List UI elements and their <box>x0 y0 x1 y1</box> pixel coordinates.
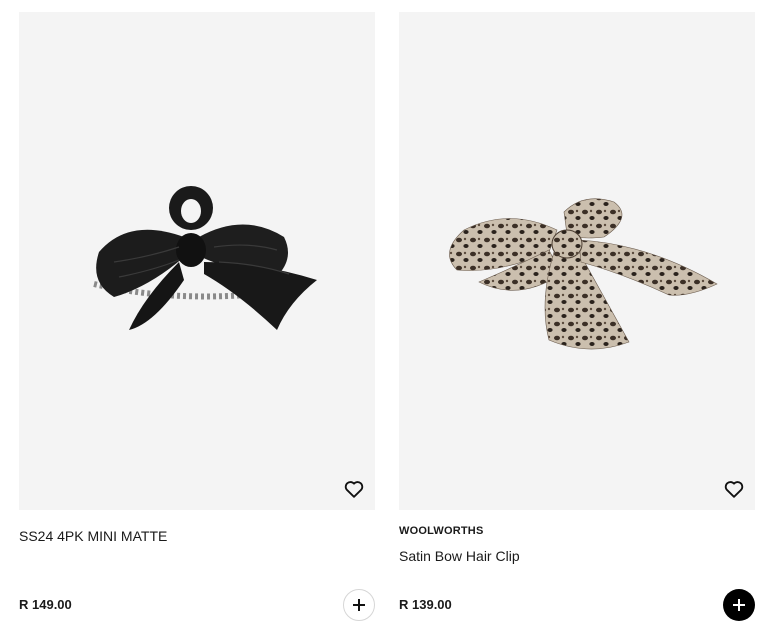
product-price: R 149.00 <box>19 597 72 612</box>
add-to-cart-button[interactable] <box>723 589 755 621</box>
leopard-print-bow-clip-image <box>449 198 718 350</box>
plus-icon <box>733 599 745 611</box>
product-title[interactable]: SS24 4PK MINI MATTE <box>19 528 167 544</box>
add-to-cart-button[interactable] <box>343 589 375 621</box>
product-title[interactable]: Satin Bow Hair Clip <box>399 548 520 564</box>
product-card[interactable]: WOOLWORTHS Satin Bow Hair Clip R 139.00 <box>399 12 755 629</box>
product-price: R 139.00 <box>399 597 452 612</box>
product-brand: WOOLWORTHS <box>399 525 484 537</box>
heart-icon[interactable] <box>343 478 365 500</box>
product-image[interactable] <box>399 12 755 510</box>
black-bow-claw-clip-image <box>93 186 317 330</box>
product-image[interactable] <box>19 12 375 510</box>
product-card[interactable]: SS24 4PK MINI MATTE R 149.00 <box>19 12 375 629</box>
heart-icon[interactable] <box>723 478 745 500</box>
plus-icon <box>353 599 365 611</box>
